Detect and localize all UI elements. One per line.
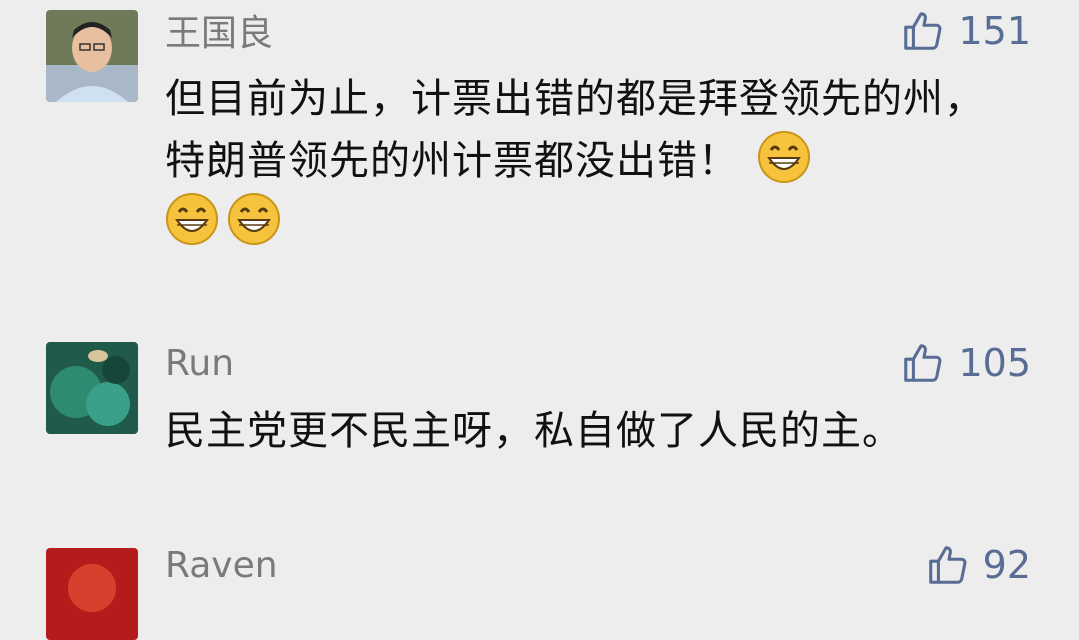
grin-icon bbox=[757, 130, 811, 184]
thumbs-up-icon bbox=[904, 344, 942, 382]
comment-item: Raven 92 bbox=[0, 540, 1079, 640]
comment-item: Run 105 民主党更不民主呀，私自做了人民的主。 bbox=[0, 340, 1079, 490]
grin-icon bbox=[165, 192, 219, 246]
thumbs-up-icon bbox=[928, 546, 967, 584]
comment-text: 但目前为止，计票出错的都是拜登领先的州，特朗普领先的州计票都没出错！ bbox=[165, 68, 1025, 254]
grin-icon bbox=[227, 192, 281, 246]
like-count: 105 bbox=[958, 341, 1031, 385]
author-name[interactable]: Run bbox=[165, 342, 234, 386]
thumbs-up-icon bbox=[904, 12, 942, 50]
avatar[interactable] bbox=[46, 548, 138, 640]
like-button[interactable]: 92 bbox=[925, 542, 1031, 588]
avatar[interactable] bbox=[46, 342, 138, 434]
like-button[interactable]: 105 bbox=[900, 340, 1031, 386]
avatar[interactable] bbox=[46, 10, 138, 102]
comment-text-body: 但目前为止，计票出错的都是拜登领先的州，特朗普领先的州计票都没出错！ bbox=[165, 76, 985, 184]
author-name[interactable]: Raven bbox=[165, 544, 278, 588]
like-count: 92 bbox=[982, 543, 1031, 587]
comment-item: 王国良 151 但目前为止，计票出错的都是拜登领先的州，特朗普领先的州计票都没出… bbox=[0, 0, 1079, 300]
like-count: 151 bbox=[958, 9, 1031, 53]
author-name[interactable]: 王国良 bbox=[165, 12, 273, 56]
comment-text: 民主党更不民主呀，私自做了人民的主。 bbox=[165, 408, 903, 454]
like-button[interactable]: 151 bbox=[900, 8, 1031, 54]
